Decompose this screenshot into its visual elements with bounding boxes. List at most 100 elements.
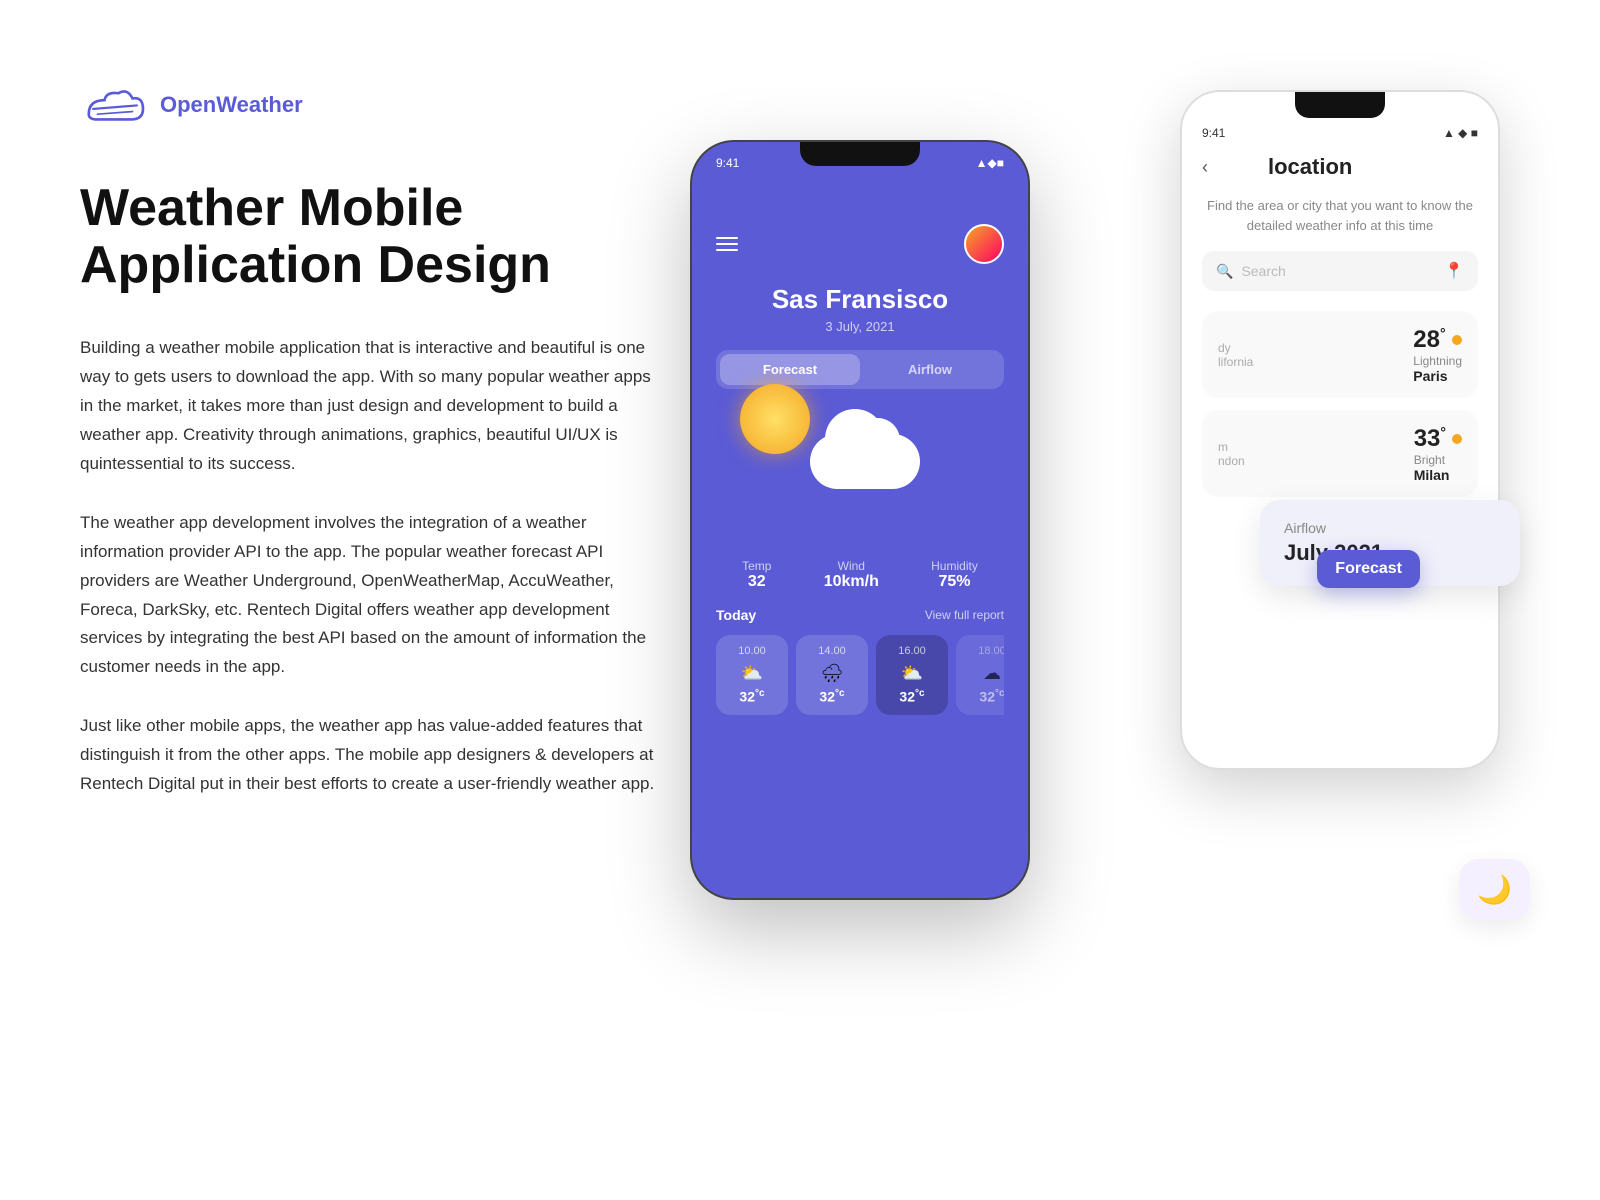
- back-phone-time: 9:41: [1202, 126, 1225, 140]
- weather-stats: Temp 32 Wind 10km/h Humidity 75%: [716, 559, 1004, 591]
- milan-condition: Bright: [1414, 453, 1462, 467]
- milan-temp-area: 33°: [1414, 424, 1462, 453]
- hour-card-18[interactable]: 18.00 ☁ 32°c: [956, 635, 1004, 715]
- hour-icon-10: ⛅: [726, 663, 778, 684]
- headline-line2: Application Design: [80, 237, 660, 294]
- hour-temp-14: 32°c: [806, 688, 858, 705]
- back-phone-notch: [1295, 92, 1385, 118]
- front-phone: 9:41 ▲◆■ Sas Fransisco 3 July, 2021: [690, 140, 1030, 900]
- hour-temp-16: 32°c: [886, 688, 938, 705]
- back-button[interactable]: ‹: [1202, 157, 1208, 178]
- headline: Weather Mobile Application Design: [80, 180, 660, 294]
- stat-wind: Wind 10km/h: [824, 559, 879, 591]
- back-phone-status: 9:41 ▲ ◆ ■: [1182, 118, 1498, 144]
- openweather-logo-icon: [80, 80, 150, 130]
- location-pin-icon: 📍: [1444, 261, 1464, 281]
- tab-airflow[interactable]: Airflow: [860, 354, 1000, 385]
- location-title: location: [1268, 154, 1352, 180]
- search-input[interactable]: Search: [1241, 263, 1436, 279]
- front-phone-time: 9:41: [716, 156, 739, 170]
- body-paragraph-2: The weather app development involves the…: [80, 509, 660, 682]
- hour-icon-16: ⛅: [886, 663, 938, 684]
- forecast-badge-text: Forecast: [1335, 560, 1402, 577]
- user-avatar[interactable]: [964, 224, 1004, 264]
- city-card-left-paris: dy lifornia: [1218, 341, 1253, 369]
- hour-card-10[interactable]: 10.00 ⛅ 32°c: [716, 635, 788, 715]
- back-phone-nav: ‹ location: [1202, 154, 1478, 180]
- weather-graphic: [780, 414, 940, 534]
- hour-icon-14: 🌧: [806, 663, 858, 684]
- moon-card: 🌙: [1459, 859, 1530, 920]
- hour-temp-18: 32°c: [966, 688, 1004, 705]
- today-row: Today View full report: [716, 607, 1004, 623]
- milan-temp: 33°: [1414, 424, 1446, 453]
- hour-time-10: 10.00: [726, 645, 778, 657]
- search-bar[interactable]: 🔍 Search 📍: [1202, 251, 1478, 291]
- city-country-milan: ndon: [1218, 454, 1245, 468]
- city-card-right-paris: 28° Lightning Paris: [1413, 325, 1462, 384]
- paris-weather-dot: [1452, 335, 1462, 345]
- stat-humidity-label: Humidity: [931, 559, 978, 573]
- location-subtitle: Find the area or city that you want to k…: [1202, 196, 1478, 235]
- hourly-forecast: 10.00 ⛅ 32°c 14.00 🌧 32°c 16.00 ⛅ 32°c: [716, 635, 1004, 715]
- sun-icon: [740, 384, 810, 454]
- stat-wind-label: Wind: [824, 559, 879, 573]
- logo-area: OpenWeather: [80, 80, 660, 130]
- front-phone-signal: ▲◆■: [976, 156, 1004, 170]
- hour-time-14: 14.00: [806, 645, 858, 657]
- stat-humidity: Humidity 75%: [931, 559, 978, 591]
- city-main-date: 3 July, 2021: [716, 319, 1004, 334]
- city-region-paris: dy: [1218, 341, 1253, 355]
- body-paragraph-1: Building a weather mobile application th…: [80, 334, 660, 478]
- city-card-left-milan: m ndon: [1218, 440, 1245, 468]
- forecast-tabs: Forecast Airflow: [716, 350, 1004, 389]
- today-label: Today: [716, 607, 756, 623]
- stat-temp: Temp 32: [742, 559, 771, 591]
- front-phone-header: [716, 224, 1004, 264]
- back-phone: 9:41 ▲ ◆ ■ ‹ location Find the area or c…: [1180, 90, 1500, 770]
- forecast-badge: Forecast: [1317, 550, 1420, 588]
- cloud-icon: [810, 434, 940, 489]
- page: OpenWeather Weather Mobile Application D…: [0, 0, 1600, 1200]
- stat-temp-value: 32: [742, 573, 771, 591]
- airflow-label: Airflow: [1284, 520, 1496, 536]
- tab-forecast[interactable]: Forecast: [720, 354, 860, 385]
- paris-temp: 28°: [1413, 325, 1445, 354]
- city-region-milan: m: [1218, 440, 1245, 454]
- hour-card-14[interactable]: 14.00 🌧 32°c: [796, 635, 868, 715]
- city-main-name: Sas Fransisco: [716, 284, 1004, 315]
- milan-weather-dot: [1452, 434, 1462, 444]
- front-phone-notch: [800, 142, 920, 166]
- hamburger-menu[interactable]: [716, 237, 738, 251]
- paris-temp-area: 28°: [1413, 325, 1462, 354]
- city-main: Sas Fransisco 3 July, 2021: [716, 284, 1004, 334]
- stat-wind-value: 10km/h: [824, 573, 879, 591]
- weather-illustration: [716, 409, 1004, 539]
- paris-temp-value: 28: [1413, 326, 1440, 353]
- back-phone-content: ‹ location Find the area or city that yo…: [1182, 144, 1498, 519]
- hour-temp-10: 32°c: [726, 688, 778, 705]
- hour-temp-10-val: 32: [739, 689, 755, 705]
- city-card-milan[interactable]: m ndon 33° Bright Milan: [1202, 410, 1478, 497]
- search-icon: 🔍: [1216, 263, 1233, 280]
- stat-temp-label: Temp: [742, 559, 771, 573]
- hour-card-16[interactable]: 16.00 ⛅ 32°c: [876, 635, 948, 715]
- moon-icon: 🌙: [1477, 874, 1512, 905]
- hamburger-line-3: [716, 249, 738, 251]
- view-full-report[interactable]: View full report: [925, 608, 1004, 622]
- hour-time-16: 16.00: [886, 645, 938, 657]
- city-card-right-milan: 33° Bright Milan: [1414, 424, 1462, 483]
- hour-temp-16-val: 32: [899, 689, 915, 705]
- back-phone-signal-icons: ▲ ◆ ■: [1443, 126, 1478, 140]
- hour-temp-14-val: 32: [819, 689, 835, 705]
- right-content: 9:41 ▲ ◆ ■ ‹ location Find the area or c…: [660, 60, 1520, 1140]
- hour-temp-18-val: 32: [979, 689, 995, 705]
- front-phone-content: Sas Fransisco 3 July, 2021 Forecast Airf…: [692, 174, 1028, 715]
- city-card-paris[interactable]: dy lifornia 28° Lightning Paris: [1202, 311, 1478, 398]
- milan-name: Milan: [1414, 467, 1462, 483]
- paris-condition: Lightning: [1413, 354, 1462, 368]
- hamburger-line-1: [716, 237, 738, 239]
- cloud-body: [810, 434, 920, 489]
- headline-line1: Weather Mobile: [80, 180, 660, 237]
- hour-time-18: 18.00: [966, 645, 1004, 657]
